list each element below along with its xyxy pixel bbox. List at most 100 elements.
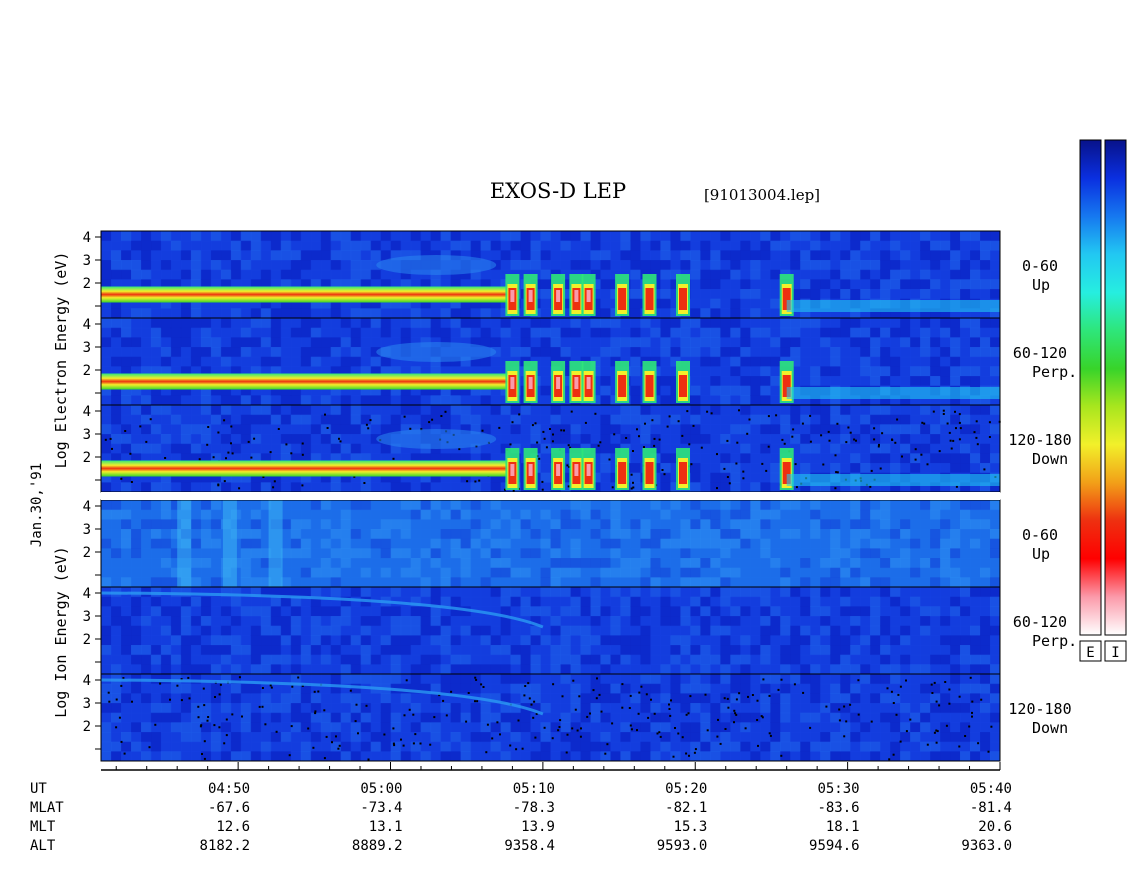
texture-cell xyxy=(360,395,372,406)
texture-cell xyxy=(310,434,322,445)
texture-cell xyxy=(330,558,342,569)
texture-cell xyxy=(141,250,152,261)
texture-cell xyxy=(950,635,961,646)
noise-speck xyxy=(855,439,857,442)
texture-cell xyxy=(340,558,352,569)
texture-cell xyxy=(420,308,432,319)
texture-cell xyxy=(660,683,671,694)
texture-cell xyxy=(350,260,362,271)
texture-cell xyxy=(260,395,272,406)
texture-cell xyxy=(270,395,282,406)
texture-cell xyxy=(150,616,162,627)
texture-cell xyxy=(360,674,372,685)
texture-cell xyxy=(200,548,212,559)
texture-cell xyxy=(960,625,971,636)
texture-cell xyxy=(620,654,631,665)
texture-cell xyxy=(770,577,781,588)
texture-cell xyxy=(850,327,861,338)
texture-cell xyxy=(710,250,721,261)
texture-cell xyxy=(720,577,731,588)
texture-cell xyxy=(710,741,721,752)
texture-cell xyxy=(690,347,701,358)
texture-cell xyxy=(550,693,561,704)
noise-speck xyxy=(742,470,745,473)
texture-cell xyxy=(210,732,222,743)
texture-cell xyxy=(550,231,561,242)
texture-cell xyxy=(360,424,372,435)
texture-cell xyxy=(310,260,322,271)
texture-cell xyxy=(670,519,681,530)
texture-cell xyxy=(940,548,951,559)
texture-cell xyxy=(880,596,891,607)
texture-cell xyxy=(590,347,601,358)
texture-cell xyxy=(170,308,182,319)
texture-cell xyxy=(380,577,392,588)
texture-cell xyxy=(780,654,791,665)
texture-cell xyxy=(440,318,452,329)
texture-cell xyxy=(760,405,771,416)
texture-cell xyxy=(390,577,402,588)
texture-cell xyxy=(610,712,621,723)
texture-cell xyxy=(270,625,282,636)
texture-cell xyxy=(710,529,721,540)
texture-cell xyxy=(900,548,911,559)
texture-cell xyxy=(150,500,162,511)
texture-cell xyxy=(960,443,971,454)
texture-cell xyxy=(690,366,701,377)
noise-speck xyxy=(538,457,541,460)
texture-cell xyxy=(760,722,771,733)
texture-cell xyxy=(520,519,531,530)
texture-cell xyxy=(500,674,512,685)
texture-cell xyxy=(111,327,122,338)
texture-cell xyxy=(460,558,472,569)
texture-cell xyxy=(560,654,571,665)
texture-cell xyxy=(430,587,442,598)
texture-cell xyxy=(760,596,771,607)
texture-cell xyxy=(910,453,921,464)
texture-cell xyxy=(770,327,781,338)
texture-cell xyxy=(320,741,332,752)
texture-cell xyxy=(490,567,502,578)
texture-cell xyxy=(590,674,601,685)
texture-cell xyxy=(790,519,801,530)
texture-cell xyxy=(980,529,991,540)
texture-cell xyxy=(990,443,1001,454)
texture-cell xyxy=(760,674,771,685)
texture-cell xyxy=(770,424,781,435)
texture-cell xyxy=(620,414,631,425)
texture-cell xyxy=(420,577,432,588)
texture-cell xyxy=(960,548,971,559)
burst xyxy=(505,361,520,403)
texture-cell xyxy=(590,732,601,743)
noise-speck xyxy=(942,409,945,412)
texture-cell xyxy=(490,741,502,752)
texture-cell xyxy=(950,500,961,511)
noise-speck xyxy=(584,421,587,424)
texture-cell xyxy=(860,548,871,559)
texture-cell xyxy=(370,538,382,549)
texture-cell xyxy=(190,414,202,425)
texture-cell xyxy=(820,414,831,425)
texture-cell xyxy=(410,231,422,242)
texture-cell xyxy=(760,376,771,387)
texture-cell xyxy=(160,337,172,348)
texture-cell xyxy=(610,751,621,762)
texture-cell xyxy=(810,587,821,598)
texture-cell xyxy=(210,567,222,578)
texture-cell xyxy=(620,500,631,511)
texture-cell xyxy=(800,250,811,261)
texture-cell xyxy=(580,732,591,743)
texture-cell xyxy=(150,269,162,280)
noise-speck xyxy=(644,422,646,425)
texture-cell xyxy=(470,240,482,251)
texture-cell xyxy=(860,453,871,464)
texture-cell xyxy=(520,260,531,271)
texture-cell xyxy=(450,712,462,723)
texture-cell xyxy=(710,327,721,338)
texture-cell xyxy=(780,548,791,559)
texture-cell xyxy=(360,616,372,627)
noise-speck xyxy=(735,462,738,465)
texture-cell xyxy=(360,519,372,530)
texture-cell xyxy=(930,250,941,261)
texture-cell xyxy=(690,519,701,530)
